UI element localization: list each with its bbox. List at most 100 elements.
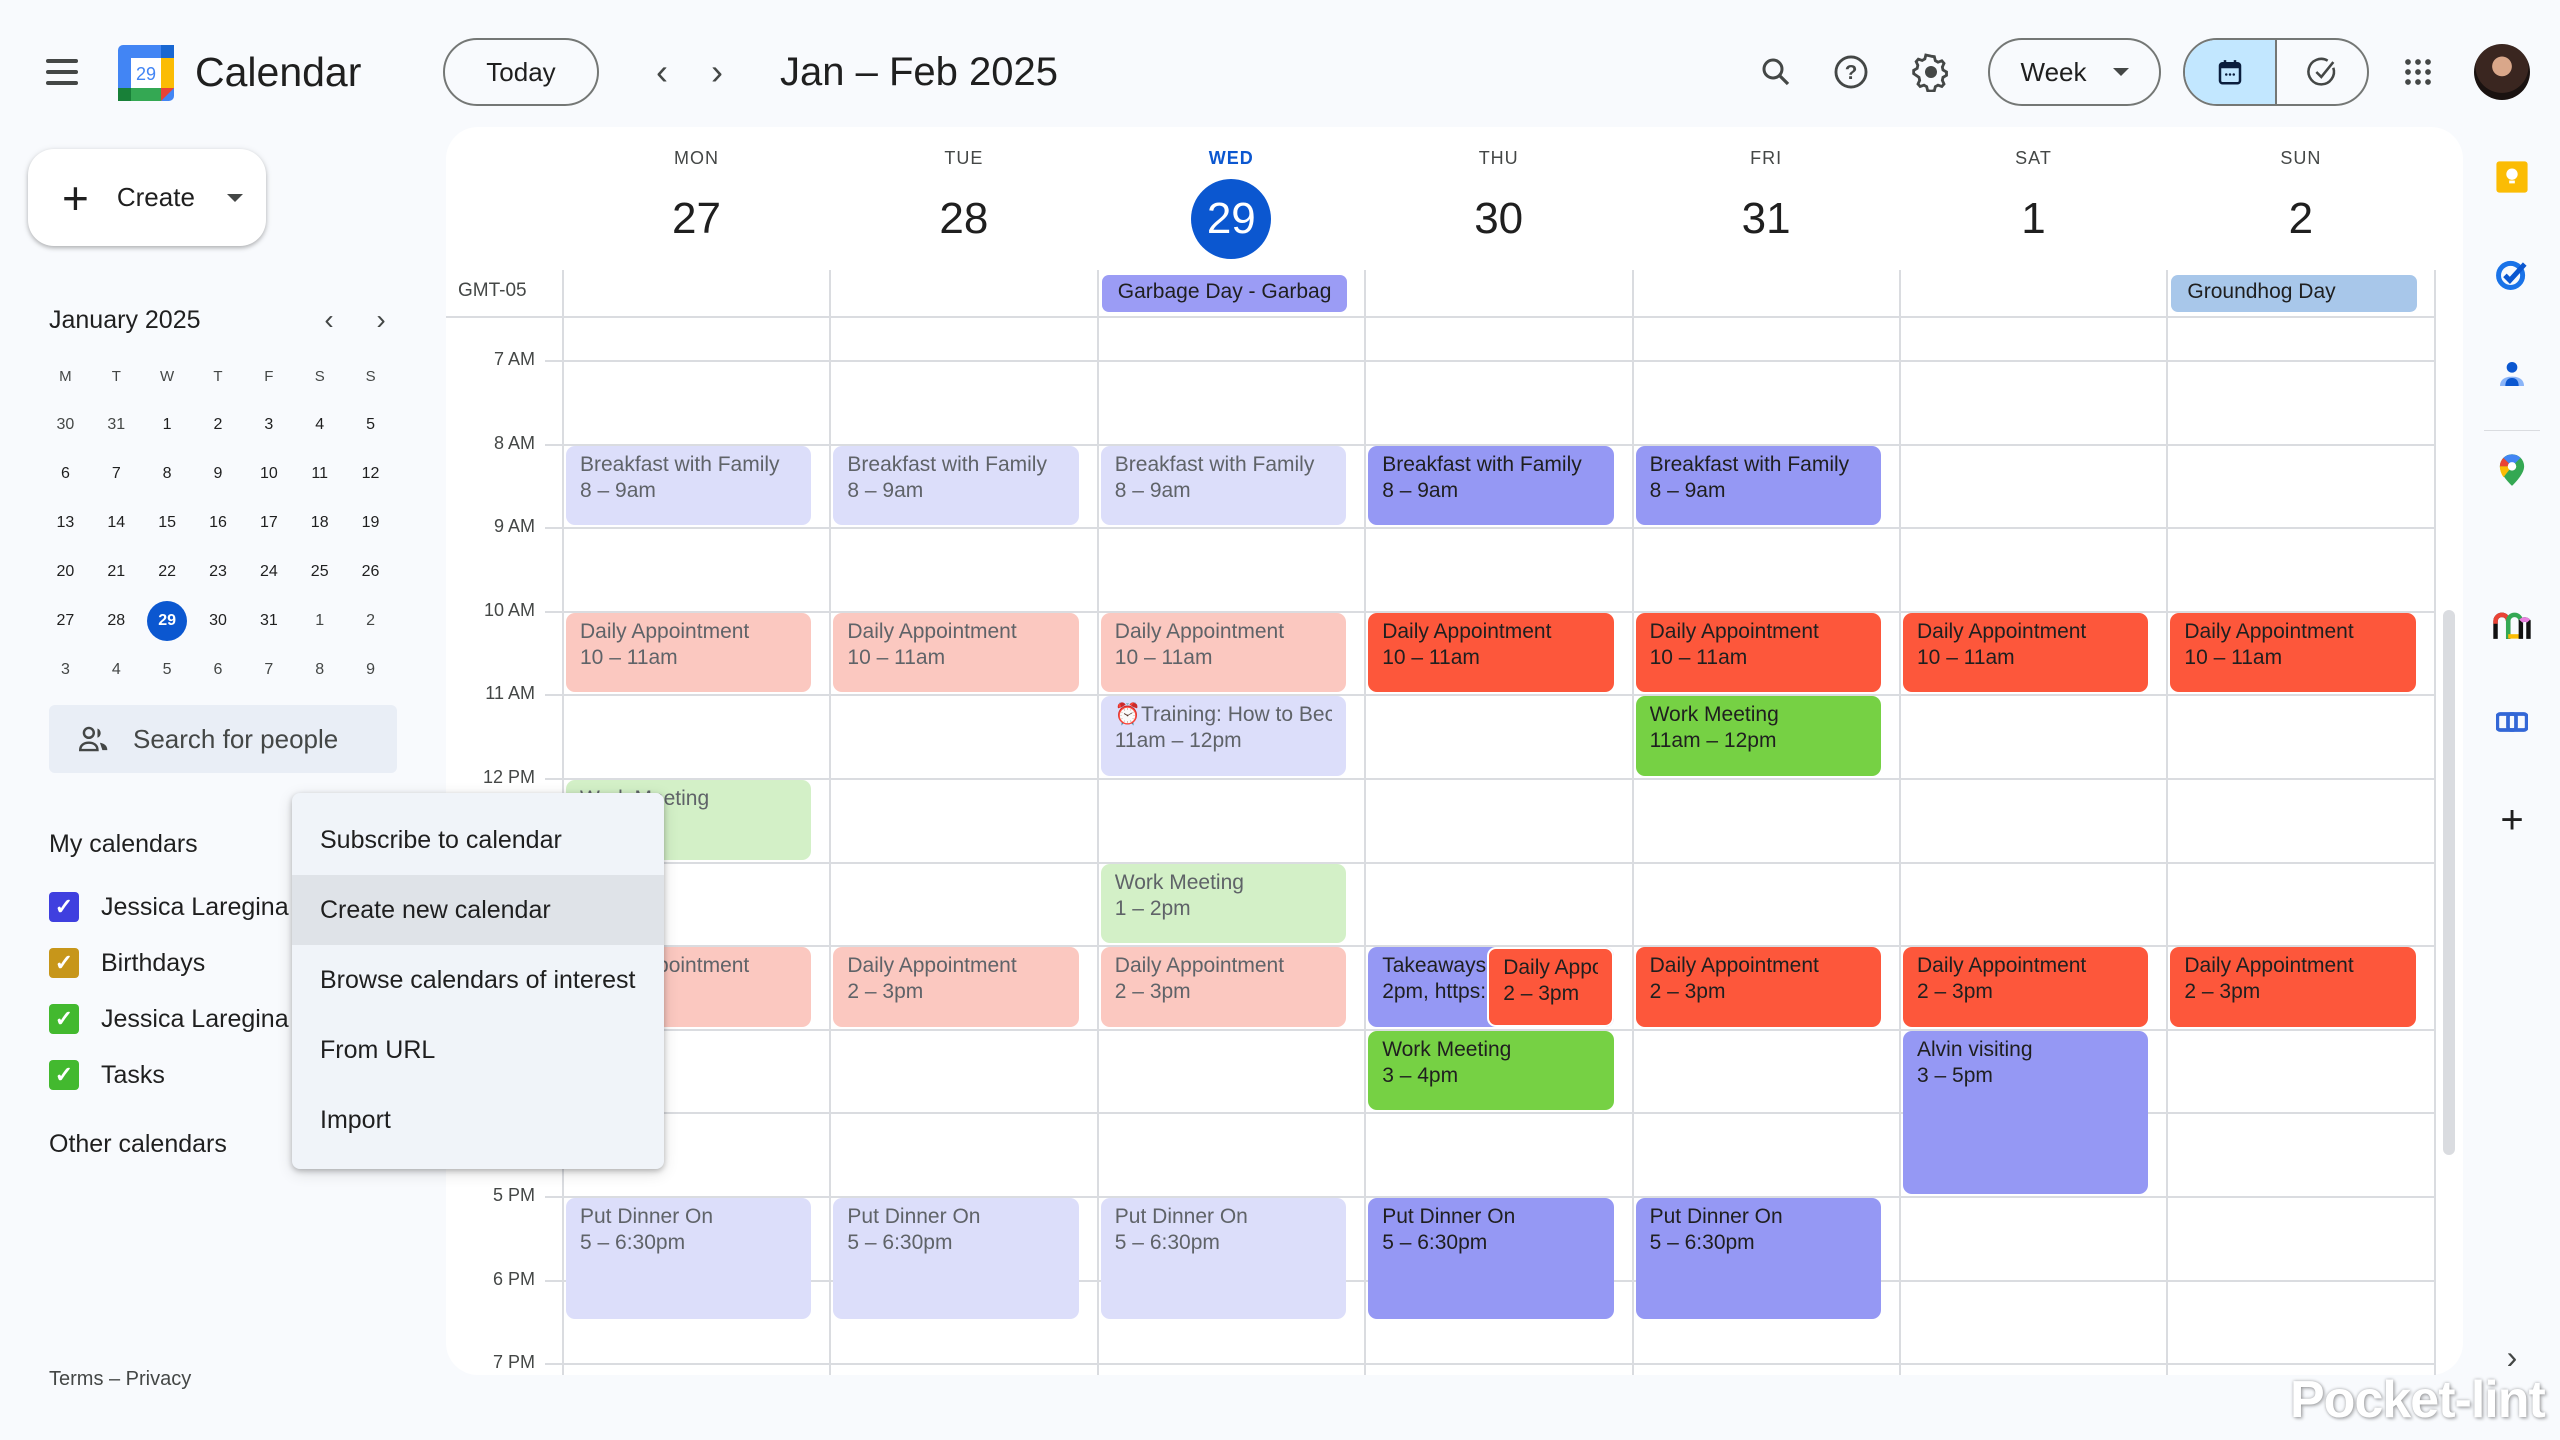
mini-calendar-day[interactable]: 5: [142, 645, 193, 694]
mini-calendar-day[interactable]: 3: [243, 400, 294, 449]
mini-calendar-day[interactable]: 9: [193, 449, 244, 498]
day-number-button[interactable]: 27: [657, 179, 737, 259]
mini-calendar-day[interactable]: 20: [40, 547, 91, 596]
mini-calendar-day[interactable]: 22: [142, 547, 193, 596]
calendar-checkbox[interactable]: ✓: [49, 892, 79, 922]
tasks-view-toggle[interactable]: [2277, 40, 2367, 104]
mini-calendar-day[interactable]: 31: [91, 400, 142, 449]
mini-calendar-next-button[interactable]: ›: [361, 300, 401, 340]
keep-button[interactable]: [2490, 155, 2534, 199]
menu-item-import[interactable]: Import: [292, 1085, 664, 1155]
calendar-event[interactable]: Put Dinner On 5 – 6:30pm: [833, 1198, 1079, 1320]
calendar-event[interactable]: Daily Appointment2 – 3pm: [1635, 947, 1881, 1027]
mini-calendar-day[interactable]: 2: [193, 400, 244, 449]
calendar-event[interactable]: Breakfast with Family 8 – 9am: [1368, 445, 1614, 526]
all-day-event[interactable]: Groundhog Day: [2171, 275, 2417, 312]
main-menu-button[interactable]: [38, 52, 86, 92]
calendar-event[interactable]: Daily Appointment 10 – 11am: [1903, 612, 2149, 693]
mini-calendar-day[interactable]: 1: [294, 596, 345, 645]
day-number-button[interactable]: 28: [924, 179, 1004, 259]
view-select-dropdown[interactable]: Week: [1988, 38, 2161, 106]
menu-item-browse-calendars-of-interest[interactable]: Browse calendars of interest: [292, 945, 664, 1015]
mini-calendar-day[interactable]: 16: [193, 498, 244, 547]
calendar-event[interactable]: Daily Appointment2 – 3pm: [833, 947, 1079, 1027]
other-calendars-heading[interactable]: Other calendars: [49, 1130, 227, 1159]
mini-calendar-day[interactable]: 21: [91, 547, 142, 596]
help-button[interactable]: ?: [1825, 46, 1877, 98]
get-addons-button[interactable]: +: [2490, 798, 2534, 842]
calendar-event[interactable]: Daily Appo 2 – 3pm: [1487, 947, 1614, 1027]
mini-calendar-day[interactable]: 7: [243, 645, 294, 694]
calendar-event[interactable]: Put Dinner On 5 – 6:30pm: [566, 1198, 812, 1320]
mini-calendar-prev-button[interactable]: ‹: [309, 300, 349, 340]
mini-calendar-day[interactable]: 10: [243, 449, 294, 498]
mini-calendar-day[interactable]: 8: [294, 645, 345, 694]
mini-calendar-day[interactable]: 18: [294, 498, 345, 547]
tasks-button[interactable]: [2490, 252, 2534, 296]
calendar-event[interactable]: Work Meeting 1 – 2pm: [1100, 863, 1347, 944]
my-calendar-item[interactable]: ✓ Jessica Laregina (: [49, 991, 289, 1047]
calendar-event[interactable]: Put Dinner On 5 – 6:30pm: [1100, 1198, 1347, 1320]
menu-item-create-new-calendar[interactable]: Create new calendar: [292, 875, 664, 945]
calendar-event[interactable]: Daily Appointment 10 – 11am: [833, 612, 1079, 693]
my-calendars-heading[interactable]: My calendars: [49, 830, 198, 859]
terms-privacy-links[interactable]: Terms – Privacy: [49, 1368, 191, 1391]
calendar-event[interactable]: Breakfast with Family 8 – 9am: [1635, 445, 1881, 526]
menu-item-from-url[interactable]: From URL: [292, 1015, 664, 1085]
mini-calendar-day[interactable]: 23: [193, 547, 244, 596]
calendar-event[interactable]: Work Meeting 11am – 12pm: [1635, 696, 1881, 776]
calendar-checkbox[interactable]: ✓: [49, 1004, 79, 1034]
mini-calendar-day[interactable]: 9: [345, 645, 396, 694]
calendar-event[interactable]: Daily Appointment2 – 3pm: [2170, 947, 2416, 1027]
day-number-button[interactable]: 31: [1726, 179, 1806, 259]
today-button[interactable]: Today: [443, 38, 599, 106]
mini-calendar-day[interactable]: 6: [40, 449, 91, 498]
account-avatar[interactable]: [2474, 44, 2530, 100]
mini-calendar-day-today[interactable]: 29: [142, 596, 193, 645]
next-week-button[interactable]: ›: [695, 50, 739, 94]
calendar-event[interactable]: Put Dinner On 5 – 6:30pm: [1368, 1198, 1614, 1320]
mini-calendar-day[interactable]: 13: [40, 498, 91, 547]
mini-calendar-day[interactable]: 7: [91, 449, 142, 498]
calendar-event[interactable]: ⏰Training: How to Bec 11am – 12pm: [1100, 696, 1347, 776]
settings-button[interactable]: [1905, 46, 1957, 98]
people-search-input[interactable]: Search for people: [49, 705, 397, 773]
mini-calendar-day[interactable]: 15: [142, 498, 193, 547]
mini-calendar-day[interactable]: 26: [345, 547, 396, 596]
mini-calendar-day[interactable]: 31: [243, 596, 294, 645]
mini-calendar-day[interactable]: 17: [243, 498, 294, 547]
mini-calendar-day[interactable]: 2: [345, 596, 396, 645]
mini-calendar-day[interactable]: 6: [193, 645, 244, 694]
previous-week-button[interactable]: ‹: [640, 50, 684, 94]
grid-scrollbar[interactable]: [2443, 610, 2455, 1155]
addon-button-1[interactable]: [2490, 603, 2534, 647]
mini-calendar-day[interactable]: 14: [91, 498, 142, 547]
calendar-event[interactable]: Breakfast with Family 8 – 9am: [1100, 445, 1347, 526]
calendar-event[interactable]: Breakfast with Family 8 – 9am: [833, 445, 1079, 526]
mini-calendar-day[interactable]: 30: [40, 400, 91, 449]
calendar-event[interactable]: Daily Appointment 10 – 11am: [1635, 612, 1881, 693]
search-button[interactable]: [1750, 46, 1802, 98]
mini-calendar-day[interactable]: 8: [142, 449, 193, 498]
calendar-event[interactable]: Daily Appointment 10 – 11am: [1100, 612, 1347, 693]
contacts-button[interactable]: [2490, 352, 2534, 396]
calendar-checkbox[interactable]: ✓: [49, 1060, 79, 1090]
day-number-button[interactable]: 1: [1994, 179, 2074, 259]
calendar-event[interactable]: Put Dinner On 5 – 6:30pm: [1635, 1198, 1881, 1320]
calendar-event[interactable]: Daily Appointment 10 – 11am: [566, 612, 812, 693]
google-apps-button[interactable]: [2392, 46, 2444, 98]
mini-calendar-day[interactable]: 28: [91, 596, 142, 645]
mini-calendar-day[interactable]: 3: [40, 645, 91, 694]
calendar-event[interactable]: Daily Appointment 10 – 11am: [1368, 612, 1614, 693]
calendar-view-toggle[interactable]: [2185, 40, 2277, 104]
calendar-checkbox[interactable]: ✓: [49, 948, 79, 978]
my-calendar-item[interactable]: ✓ Birthdays: [49, 935, 289, 991]
maps-button[interactable]: [2490, 448, 2534, 492]
calendar-event[interactable]: Daily Appointment2 – 3pm: [1903, 947, 2149, 1027]
create-button[interactable]: + Create: [28, 149, 266, 246]
calendar-event[interactable]: Daily Appointment 10 – 11am: [2170, 612, 2416, 693]
calendar-event[interactable]: Alvin visiting 3 – 5pm: [1903, 1030, 2149, 1194]
mini-calendar-day[interactable]: 12: [345, 449, 396, 498]
mini-calendar-day[interactable]: 25: [294, 547, 345, 596]
mini-calendar-day[interactable]: 11: [294, 449, 345, 498]
